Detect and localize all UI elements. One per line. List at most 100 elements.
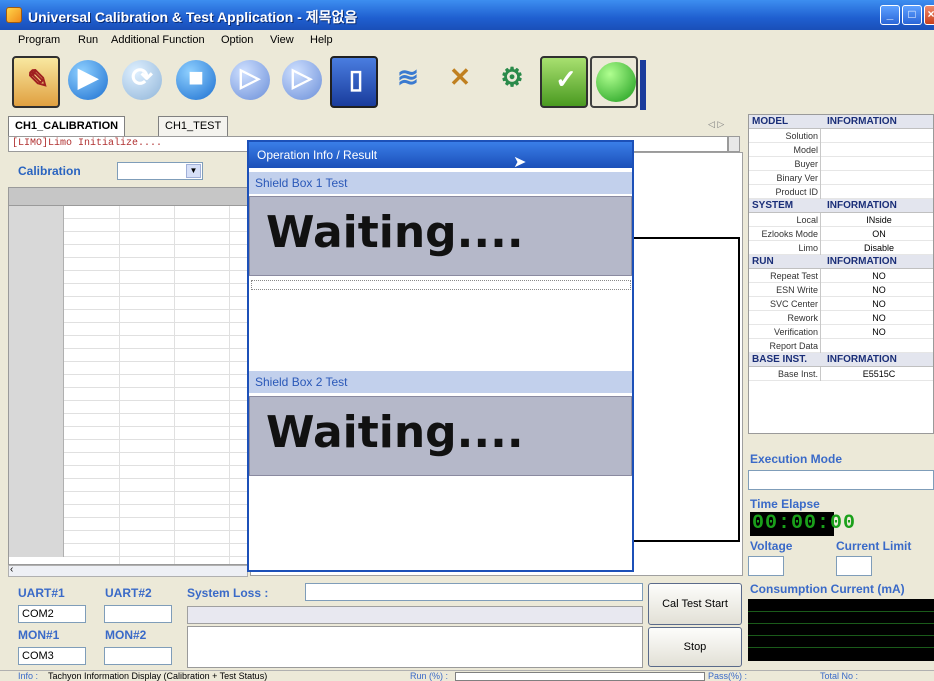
grid-row[interactable] — [9, 414, 247, 427]
step-icon[interactable]: ▷ — [226, 56, 274, 108]
tab-ch1-calibration[interactable]: CH1_CALIBRATION — [8, 116, 126, 136]
grid-row[interactable] — [9, 453, 247, 466]
grid-row-header — [9, 518, 64, 531]
grid-row[interactable] — [9, 336, 247, 349]
port-icon[interactable]: ≋ — [384, 56, 432, 108]
tools-icon[interactable]: ✕ — [436, 56, 484, 108]
mon1-field[interactable]: COM3 — [18, 647, 86, 665]
info-key: Solution — [749, 129, 821, 143]
menu-additional-function[interactable]: Additional Function — [111, 34, 205, 46]
menu-view[interactable]: View — [270, 34, 294, 46]
grid-row[interactable] — [9, 206, 247, 219]
info-value: NO — [872, 313, 886, 323]
info-value: Disable — [863, 243, 894, 253]
cal-test-start-button[interactable]: Cal Test Start — [648, 583, 742, 625]
grid-row[interactable] — [9, 505, 247, 518]
information-panel: MODEL INFORMATION Solution Model Buyer Binary… — [748, 114, 934, 434]
refresh-icon[interactable]: ⟳ — [118, 56, 166, 108]
next-icon[interactable]: ▷ — [278, 56, 326, 108]
menu-run[interactable]: Run — [78, 34, 98, 46]
phone-icon[interactable]: ▯ — [330, 56, 378, 108]
grid-row[interactable] — [9, 518, 247, 531]
toolbar-chevron-icon[interactable] — [640, 60, 646, 110]
system-loss-field[interactable] — [305, 583, 643, 601]
grid-row[interactable] — [9, 375, 247, 388]
grid-row[interactable] — [9, 440, 247, 453]
info-key: Verification — [749, 325, 821, 339]
grid-row[interactable] — [9, 219, 247, 232]
stop-icon[interactable]: ■ — [172, 56, 220, 108]
grid-row-header — [9, 245, 64, 258]
info-key: Buyer — [749, 157, 821, 171]
info-key: Repeat Test — [749, 269, 821, 283]
grid-row[interactable] — [9, 310, 247, 323]
grid-row[interactable] — [9, 492, 247, 505]
grid-row[interactable] — [9, 401, 247, 414]
shield-box-2-status-text: Waiting.... — [266, 407, 524, 458]
grid-row[interactable] — [9, 466, 247, 479]
current-limit-field[interactable] — [836, 556, 872, 576]
grid-row[interactable] — [9, 284, 247, 297]
stop-button[interactable]: Stop — [648, 627, 742, 667]
grid-row[interactable] — [9, 245, 247, 258]
gears-icon[interactable]: ⚙ — [488, 56, 536, 108]
grid-row-header — [9, 388, 64, 401]
voltage-field[interactable] — [748, 556, 784, 576]
shield-box-1-status-text: Waiting.... — [266, 207, 524, 258]
grid-row[interactable] — [9, 388, 247, 401]
grid-row[interactable] — [9, 323, 247, 336]
status-light-icon[interactable] — [590, 56, 638, 108]
menu-help[interactable]: Help — [310, 34, 333, 46]
grid-horizontal-scrollbar[interactable]: ‹ — [8, 564, 248, 577]
status-bar: Info : Tachyon Information Display (Cali… — [0, 670, 934, 681]
system-loss-label: System Loss : — [187, 586, 269, 600]
grid-row-header — [9, 427, 64, 440]
mon2-field[interactable] — [104, 647, 172, 665]
maximize-button[interactable]: □ — [902, 5, 922, 25]
execution-mode-label: Execution Mode — [750, 452, 843, 466]
grid-row[interactable] — [9, 362, 247, 375]
grid-row[interactable] — [9, 479, 247, 492]
menu-option[interactable]: Option — [221, 34, 253, 46]
grid-row[interactable] — [9, 427, 247, 440]
grid-row[interactable] — [9, 297, 247, 310]
close-button[interactable]: × — [924, 5, 934, 25]
uart2-label: UART#2 — [105, 586, 152, 600]
grid-row-header — [9, 531, 64, 544]
uart2-field[interactable] — [104, 605, 172, 623]
uart1-field[interactable]: COM2 — [18, 605, 86, 623]
info-section-subtitle: INFORMATION — [827, 256, 897, 267]
consumption-current-graph — [748, 599, 934, 661]
play-icon[interactable]: ▶ — [64, 56, 112, 108]
grid-row-header — [9, 323, 64, 336]
grid-row[interactable] — [9, 258, 247, 271]
loss-table — [187, 626, 643, 668]
grid-row-header — [9, 219, 64, 232]
grid-row[interactable] — [9, 232, 247, 245]
tab-scroll-arrows-icon[interactable]: ◁ ▷ — [708, 119, 724, 130]
info-key: Product ID — [749, 185, 821, 199]
info-row: Verification NO — [749, 325, 933, 339]
log-scroll-button[interactable] — [728, 136, 740, 152]
tab-ch1-test[interactable]: CH1_TEST — [158, 116, 229, 136]
power-icon[interactable]: ✓ — [540, 56, 588, 108]
info-key: Local — [749, 213, 821, 227]
time-elapse-display: 00:00:00 — [750, 512, 857, 536]
calibration-grid[interactable] — [8, 187, 248, 565]
grid-row[interactable] — [9, 531, 247, 544]
info-section-run: RUN INFORMATION — [749, 255, 933, 269]
scroll-left-icon[interactable]: ‹ — [10, 564, 13, 575]
menu-program[interactable]: Program — [18, 34, 60, 46]
minimize-button[interactable]: _ — [880, 5, 900, 25]
info-key: Base Inst. — [749, 367, 821, 381]
calibration-tool-icon[interactable]: ✎ — [12, 56, 60, 108]
grid-row-header — [9, 544, 64, 557]
grid-row[interactable] — [9, 544, 247, 557]
calibration-select[interactable]: ▼ — [117, 162, 203, 180]
info-row: Report Data — [749, 339, 933, 353]
grid-row-header — [9, 401, 64, 414]
shield-box-1-status: Waiting.... — [249, 196, 632, 276]
grid-row[interactable] — [9, 271, 247, 284]
info-row: ESN Write NO — [749, 283, 933, 297]
grid-row[interactable] — [9, 349, 247, 362]
